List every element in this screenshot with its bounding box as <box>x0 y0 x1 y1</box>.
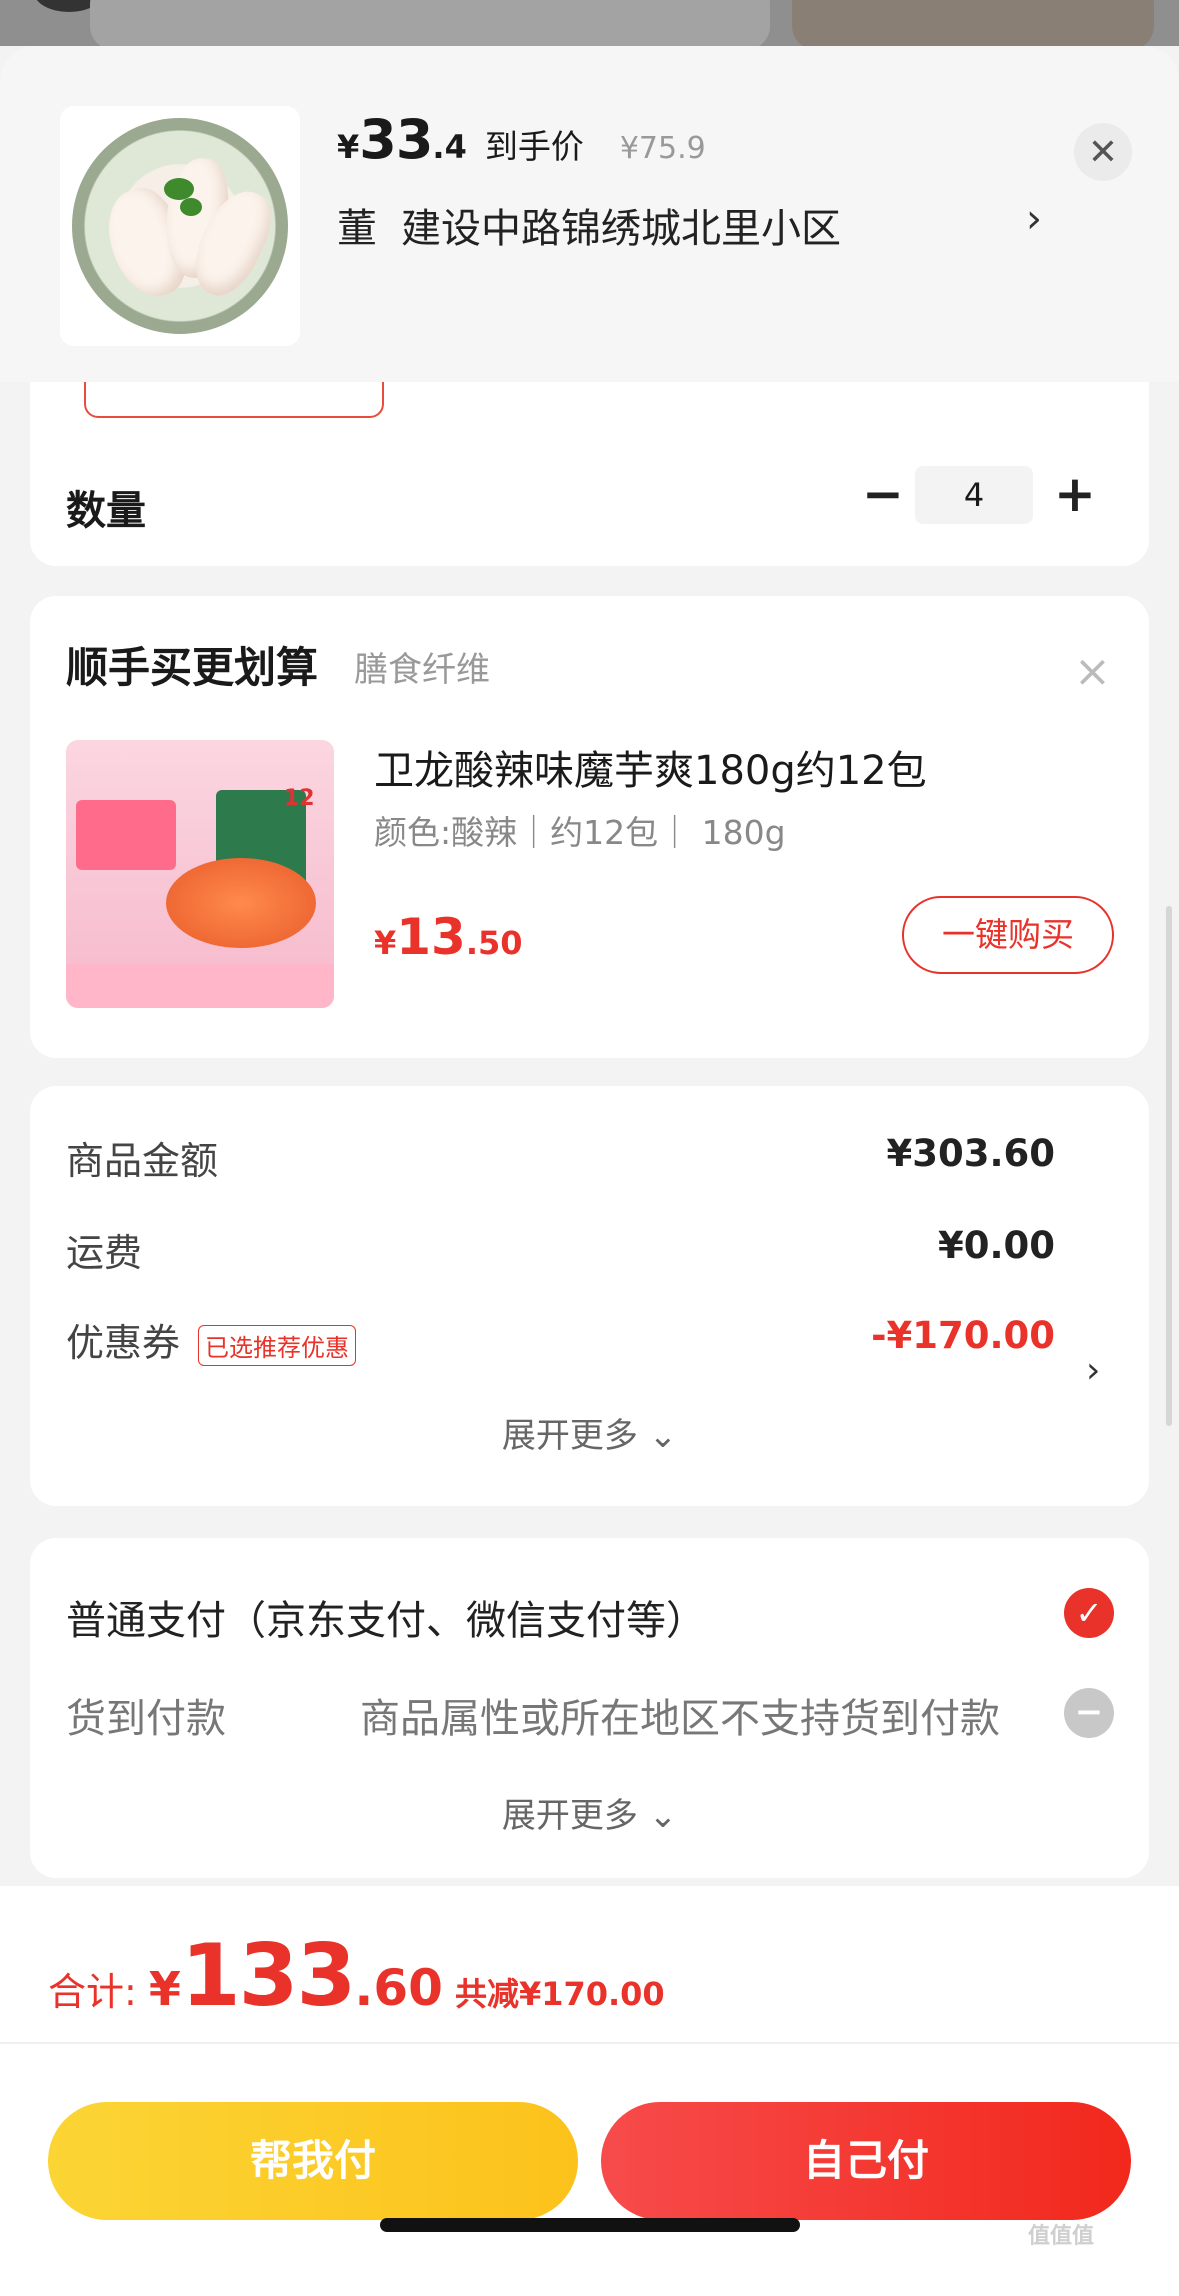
shipping-label: 运费 <box>66 1231 143 1275</box>
checkmark-icon[interactable]: ✓ <box>1064 1588 1114 1638</box>
price-row: ¥ 33 .4 到手价 ¥75.9 <box>337 108 706 171</box>
chicken-wings-image <box>72 118 288 334</box>
price-label: 到手价 <box>484 127 584 166</box>
coupon-row[interactable]: 优惠券 已选推荐优惠 <box>66 1312 357 1367</box>
disabled-icon: − <box>1064 1688 1114 1738</box>
selected-spec-option[interactable] <box>84 382 384 418</box>
upsell-product-price: ¥ 13 .50 <box>374 908 523 966</box>
original-price: ¥75.9 <box>619 131 706 166</box>
upsell-product-image[interactable]: 12 <box>66 740 334 1008</box>
decrease-quantity-button[interactable]: − <box>853 464 913 524</box>
upsell-subtitle: 膳食纤维 <box>354 650 490 690</box>
pay-myself-button[interactable]: 自己付 <box>601 2102 1131 2220</box>
quantity-input[interactable]: 4 <box>915 466 1033 524</box>
one-click-buy-button[interactable]: 一键购买 <box>902 896 1114 974</box>
coupon-tag: 已选推荐优惠 <box>198 1325 357 1366</box>
upsell-title: 顺手买更划算 <box>66 643 319 692</box>
upsell-product-spec: 颜色:酸辣｜约12包｜ 180g <box>374 813 786 852</box>
quantity-label: 数量 <box>66 488 146 534</box>
price-decimal: .50 <box>465 924 523 962</box>
background-card-image <box>792 0 1154 50</box>
total-label: 合计: <box>48 1970 137 2014</box>
close-button[interactable]: ✕ <box>1074 123 1132 181</box>
total-integer: 133 <box>180 1926 357 2026</box>
payment-method-card: 普通支付（京东支付、微信支付等） ✓ 货到付款 商品属性或所在地区不支持货到付款… <box>30 1538 1149 1878</box>
normal-payment-label[interactable]: 普通支付（京东支付、微信支付等） <box>66 1588 706 1646</box>
currency-symbol: ¥ <box>148 1962 181 2016</box>
total-decimal: .60 <box>354 1959 443 2017</box>
upsell-card: 顺手买更划算 膳食纤维 × 12 卫龙酸辣味魔芋爽180g约12包 颜色:酸辣｜… <box>30 596 1149 1058</box>
checkout-footer: 合计: ¥ 133 .60 共减¥170.00 帮我付 自己付 <box>0 1886 1179 2296</box>
coupon-value: -¥170.00 <box>871 1314 1055 1357</box>
help-me-pay-button[interactable]: 帮我付 <box>48 2102 578 2220</box>
price-integer: 13 <box>396 908 466 966</box>
expand-more-button[interactable]: 展开更多 ⌄ <box>30 1408 1149 1457</box>
total-savings: 共减¥170.00 <box>454 1975 665 2013</box>
cod-label: 货到付款 <box>66 1696 226 1742</box>
price-integer: 33 <box>359 108 433 171</box>
increase-quantity-button[interactable]: + <box>1045 464 1105 524</box>
upsell-product-name[interactable]: 卫龙酸辣味魔芋爽180g约12包 <box>374 738 927 796</box>
background-overlay <box>0 0 1179 50</box>
watermark: 值值值 <box>1028 2224 1095 2249</box>
image-pack-count: 12 <box>284 786 315 811</box>
shipping-value: ¥0.00 <box>937 1224 1055 1267</box>
price-decimal: .4 <box>432 128 467 166</box>
scrollbar[interactable] <box>1166 906 1172 1426</box>
home-indicator[interactable] <box>380 2218 800 2232</box>
cod-unavailable-note: 商品属性或所在地区不支持货到付款 <box>360 1696 1000 1742</box>
currency-symbol: ¥ <box>337 128 360 166</box>
goods-amount-value: ¥303.60 <box>886 1132 1055 1175</box>
goods-amount-label: 商品金额 <box>66 1139 219 1183</box>
coupon-label: 优惠券 <box>66 1321 181 1365</box>
product-thumbnail <box>60 106 300 346</box>
recipient-name: 董 <box>337 206 377 252</box>
chevron-right-icon[interactable]: › <box>1026 196 1042 242</box>
order-summary-card: 商品金额 ¥303.60 运费 ¥0.00 优惠券 已选推荐优惠 -¥170.00… <box>30 1086 1149 1506</box>
divider <box>0 2042 1179 2044</box>
close-icon: ✕ <box>1087 131 1119 173</box>
product-header: ¥ 33 .4 到手价 ¥75.9 董建设中路锦绣城北里小区 › ✕ <box>0 46 1179 382</box>
chevron-right-icon[interactable]: › <box>1086 1350 1100 1391</box>
address-selector[interactable]: 董建设中路锦绣城北里小区 <box>337 196 841 254</box>
background-card <box>90 0 770 50</box>
currency-symbol: ¥ <box>374 924 397 962</box>
checkout-sheet: ¥ 33 .4 到手价 ¥75.9 董建设中路锦绣城北里小区 › ✕ 数量 − … <box>0 46 1179 2296</box>
expand-more-button[interactable]: 展开更多 ⌄ <box>30 1788 1149 1837</box>
total-amount: 合计: ¥ 133 .60 共减¥170.00 <box>48 1926 665 2026</box>
upsell-close-icon[interactable]: × <box>1074 646 1111 697</box>
address-text: 建设中路锦绣城北里小区 <box>401 206 841 252</box>
